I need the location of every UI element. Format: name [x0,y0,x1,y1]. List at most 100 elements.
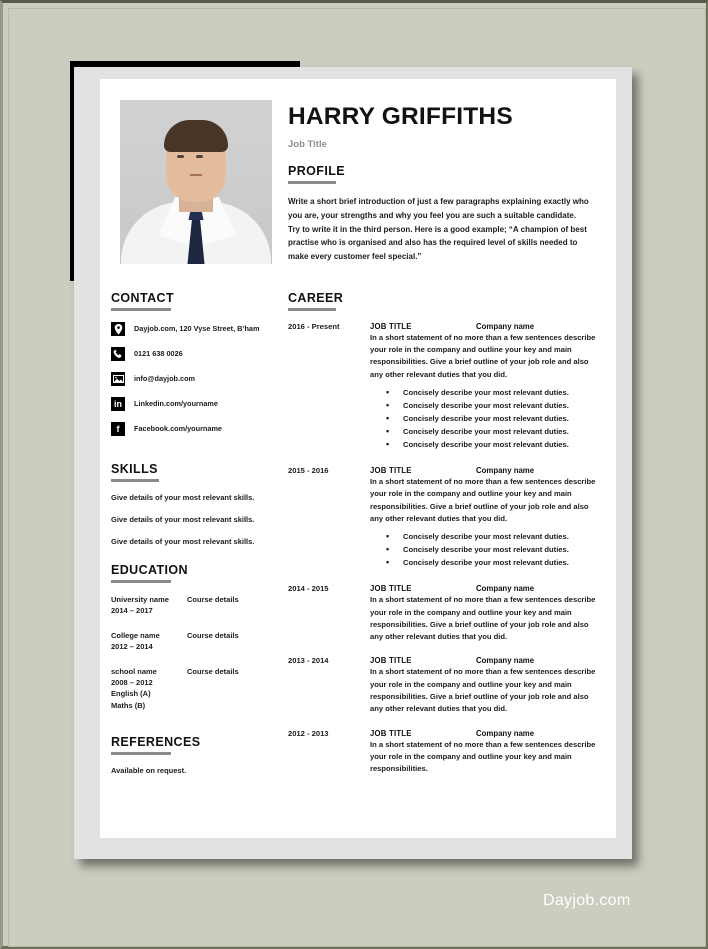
education-institution: University name [111,595,169,604]
career-entry-titles: JOB TITLE Company name [370,322,602,331]
education-entry: University name 2014 – 2017 Course details [111,594,288,617]
career-entry-titles: JOB TITLE Company name [370,729,602,738]
left-column: CONTACT Dayjob.com, 120 Vyse Street, B’h… [100,79,288,789]
skills-list: Give details of your most relevant skill… [111,493,288,546]
career-description: In a short statement of no more than a f… [370,739,596,774]
contact-list: Dayjob.com, 120 Vyse Street, B’ham 0121 6… [111,322,288,436]
references-section: REFERENCES Available on request. [111,735,288,775]
education-dates: 2012 – 2014 [111,642,153,652]
career-entry: 2012 - 2013 JOB TITLE Company name In a sho… [288,729,602,776]
education-course-details: Course details [187,630,239,640]
references-heading-rule [111,752,171,756]
education-dates: 2014 – 2017 [111,606,153,616]
photo-eyebrow-right [195,150,204,152]
career-company-name: Company name [476,321,535,331]
education-heading: EDUCATION [111,563,188,577]
education-grade: Maths (B) [111,700,146,710]
contact-item[interactable]: f Facebook.com/yourname [111,422,288,436]
resume-columns: CONTACT Dayjob.com, 120 Vyse Street, B’h… [100,79,616,789]
education-institution: school name [111,666,157,676]
profile-heading-rule [288,181,336,184]
career-company-name: Company name [476,584,535,594]
career-description: In a short statement of no more than a f… [370,595,596,642]
career-company-name: Company name [476,656,535,666]
career-entry-body: JOB TITLE Company name In a short statemen… [370,656,602,715]
contact-section: CONTACT Dayjob.com, 120 Vyse Street, B’h… [111,291,288,436]
contact-item[interactable]: info@dayjob.com [111,372,288,386]
profile-heading: PROFILE [288,164,345,178]
career-entry-dates: 2015 - 2016 [288,466,329,476]
career-description: In a short statement of no more than a f… [370,332,596,379]
references-text: Available on request. [111,766,187,776]
education-course-details: Course details [187,595,239,604]
photo-eye-left [177,155,184,158]
email-icon [111,372,125,386]
contact-item-text: Linkedin.com/yourname [134,398,218,408]
career-duty-item: Concisely describe your most relevant du… [386,557,602,569]
contact-item[interactable]: 0121 638 0026 [111,347,288,361]
career-duty-item: Concisely describe your most relevant du… [386,413,602,425]
education-entry: College name 2012 – 2014 Course details [111,630,288,653]
career-entry: 2015 - 2016 JOB TITLE Company name In a sho… [288,466,602,571]
references-heading: REFERENCES [111,735,201,750]
career-company-name: Company name [476,728,535,738]
phone-icon [111,347,125,361]
skill-item: Give details of your most relevant skill… [111,537,255,546]
contact-heading-rule [111,308,171,311]
career-description: In a short statement of no more than a f… [370,477,596,523]
career-entry-dates: 2013 - 2014 [288,656,329,666]
career-job-title: JOB TITLE [370,728,412,738]
career-duty-item: Concisely describe your most relevant du… [386,426,602,438]
career-entry: 2014 - 2015 JOB TITLE Company name In a sho… [288,584,602,643]
education-entry-left: University name 2014 – 2017 [111,594,187,617]
facebook-icon: f [111,422,125,436]
career-list: 2016 - Present JOB TITLE Company name In a … [288,322,602,776]
education-course-details: Course details [187,666,239,676]
skill-item: Give details of your most relevant skill… [111,515,255,524]
career-job-title: JOB TITLE [370,656,412,666]
education-entry: school name 2008 – 2012 English (A) Maths (… [111,666,288,712]
linkedin-icon: in [111,397,125,411]
skills-heading-rule [111,479,159,482]
contact-item-text: Dayjob.com, 120 Vyse Street, B’ham [134,323,260,333]
profile-text: Write a short brief introduction of just… [288,197,589,261]
career-job-title: JOB TITLE [370,466,412,476]
contact-item[interactable]: Dayjob.com, 120 Vyse Street, B’ham [111,322,288,336]
education-heading-rule [111,580,171,583]
profile-photo [120,100,272,264]
dayjob-watermark: Dayjob.com [543,892,631,909]
contact-item-text: Facebook.com/yourname [134,423,222,433]
career-entry-titles: JOB TITLE Company name [370,466,602,475]
career-heading-rule [288,307,336,311]
photo-mouth [189,174,203,176]
career-entry-dates: 2012 - 2013 [288,728,329,738]
career-duty-item: Concisely describe your most relevant du… [386,531,602,543]
page-title: HARRY GRIFFITHS [288,103,513,130]
education-dates: 2008 – 2012 [111,677,153,687]
photo-eyebrow-left [176,150,185,152]
career-section: CAREER 2016 - Present JOB TITLE Company na… [288,291,602,776]
education-grade: English (A) [111,689,151,699]
job-title-subheading: Job Title [288,139,327,150]
career-entry-body: JOB TITLE Company name In a short statemen… [370,584,602,643]
career-entry: 2013 - 2014 JOB TITLE Company name In a sho… [288,656,602,715]
education-institution: College name [111,630,160,640]
career-description: In a short statement of no more than a f… [370,667,596,714]
photo-eye-right [196,155,203,158]
skills-heading: SKILLS [111,462,158,476]
career-duty-item: Concisely describe your most relevant du… [386,544,602,556]
career-heading: CAREER [288,290,344,305]
education-list: University name 2014 – 2017 Course details… [111,594,288,711]
profile-section: PROFILE Write a short brief introduction… [288,164,602,264]
resume-sheet: CONTACT Dayjob.com, 120 Vyse Street, B’h… [100,79,616,838]
contact-item[interactable]: in Linkedin.com/yourname [111,397,288,411]
skill-item: Give details of your most relevant skill… [111,493,255,502]
career-job-title: JOB TITLE [370,584,412,594]
career-entry-titles: JOB TITLE Company name [370,656,602,665]
career-entry-dates: 2014 - 2015 [288,584,329,594]
education-section: EDUCATION University name 2014 – 2017 Cour… [111,563,288,711]
skills-section: SKILLS Give details of your most relevan… [111,462,288,546]
career-entry-body: JOB TITLE Company name In a short statemen… [370,322,602,453]
career-duty-item: Concisely describe your most relevant du… [386,400,602,412]
right-column: HARRY GRIFFITHS Job Title PROFILE Write … [288,79,616,789]
